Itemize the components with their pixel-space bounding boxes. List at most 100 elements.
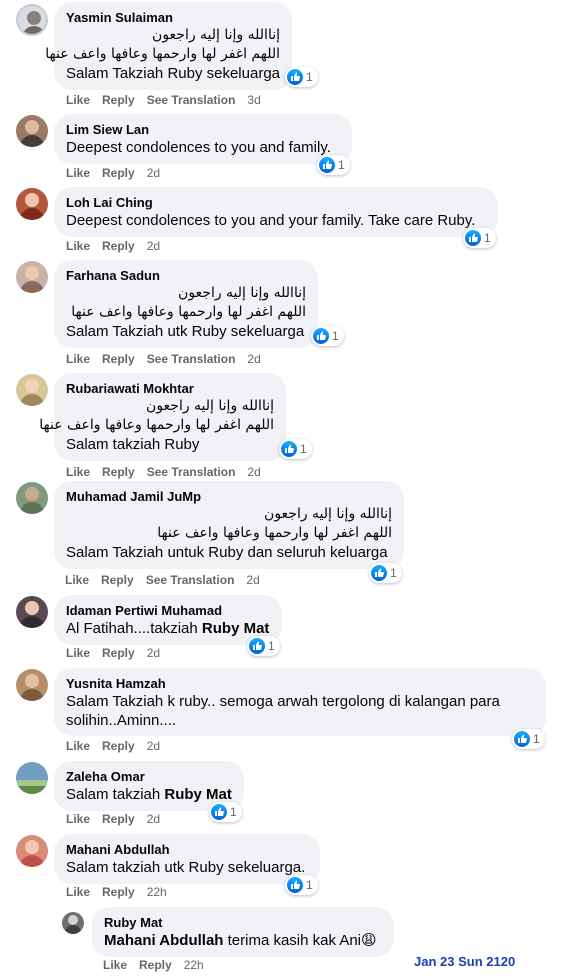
thumbs-up-icon (371, 565, 387, 581)
reaction-count: 1 (230, 805, 237, 819)
timestamp[interactable]: 2d (147, 646, 160, 660)
like-button[interactable]: Like (66, 812, 90, 826)
comment-text: Salam Takziah untuk Ruby dan seluruh kel… (66, 544, 388, 561)
comment-author[interactable]: Idaman Pertiwi Muhamad (66, 602, 270, 619)
comment-bubble: Muhamad Jamil JuMp إناالله وإنا إليه راج… (54, 481, 404, 569)
timestamp[interactable]: 2d (247, 465, 260, 479)
comment-author[interactable]: Muhamad Jamil JuMp (66, 488, 392, 505)
thumbs-up-icon (287, 69, 303, 85)
timestamp[interactable]: 2d (147, 166, 160, 180)
reaction-badge[interactable]: 1 (247, 636, 280, 656)
avatar[interactable] (62, 912, 84, 934)
like-button[interactable]: Like (66, 739, 90, 753)
comment-author[interactable]: Loh Lai Ching (66, 194, 486, 211)
avatar[interactable] (16, 115, 48, 147)
timestamp[interactable]: 2d (147, 239, 160, 253)
see-translation-link[interactable]: See Translation (147, 352, 236, 366)
reaction-badge[interactable]: 1 (285, 875, 318, 895)
comment-author[interactable]: Yasmin Sulaiman (66, 9, 280, 26)
comment-text: Salam Takziah k ruby.. semoga arwah terg… (66, 693, 500, 710)
comment-actions: Like Reply 22h (103, 958, 204, 972)
comment-text-prefix: Salam takziah (66, 786, 165, 803)
mention-link[interactable]: Ruby Mat (202, 620, 270, 637)
reaction-count: 1 (300, 442, 307, 456)
like-button[interactable]: Like (65, 573, 89, 587)
see-translation-link[interactable]: See Translation (147, 465, 236, 479)
avatar[interactable] (16, 188, 48, 220)
reaction-badge[interactable]: 1 (512, 729, 545, 749)
comment-author[interactable]: Zaleha Omar (66, 768, 232, 785)
thumbs-up-icon (514, 731, 530, 747)
reply-button[interactable]: Reply (102, 739, 135, 753)
comment-actions: Like Reply 2d (66, 812, 160, 826)
avatar[interactable] (16, 669, 48, 701)
thumbs-up-icon (465, 230, 481, 246)
like-button[interactable]: Like (66, 352, 90, 366)
comment-author[interactable]: Farhana Sadun (66, 267, 306, 284)
reply-button[interactable]: Reply (102, 646, 135, 660)
avatar[interactable] (16, 482, 48, 514)
reply-button[interactable]: Reply (102, 352, 135, 366)
comment-author[interactable]: Ruby Mat (104, 914, 382, 931)
timestamp[interactable]: 2d (147, 739, 160, 753)
reaction-count: 1 (533, 732, 540, 746)
comment-bubble: Yasmin Sulaiman إناالله وإنا إليه راجعون… (45, 2, 292, 90)
comment-author[interactable]: Rubariawati Mokhtar (66, 380, 274, 397)
comment-actions: Like Reply See Translation 2d (66, 465, 261, 479)
timestamp[interactable]: 2d (147, 812, 160, 826)
comment-text: اللهم اغفر لها وارحمها وعافها واعف عنها (157, 525, 392, 541)
reaction-badge[interactable]: 1 (279, 439, 312, 459)
like-button[interactable]: Like (66, 885, 90, 899)
avatar[interactable] (16, 261, 48, 293)
comment-text: اللهم اغفر لها وارحمها وعافها واعف عنها (45, 46, 280, 62)
timestamp[interactable]: 2d (247, 352, 260, 366)
like-button[interactable]: Like (66, 239, 90, 253)
reply-button[interactable]: Reply (102, 239, 135, 253)
comment-author[interactable]: Mahani Abdullah (66, 841, 308, 858)
reply-button[interactable]: Reply (101, 573, 134, 587)
mention-link[interactable]: Ruby Mat (164, 786, 232, 803)
comment-bubble: Ruby Mat Mahani Abdullah terima kasih ka… (92, 907, 394, 957)
thumbs-up-icon (313, 328, 329, 344)
comment-text: اللهم اغفر لها وارحمها وعافها واعف عنها (39, 417, 274, 433)
reaction-badge[interactable]: 1 (209, 802, 242, 822)
comment-text: Deepest condolences to you and family. (66, 139, 331, 156)
comment-text-prefix: Al Fatihah....takziah (66, 620, 202, 637)
reaction-count: 1 (390, 566, 397, 580)
timestamp[interactable]: 22h (147, 885, 167, 899)
avatar[interactable] (16, 374, 48, 406)
reply-button[interactable]: Reply (139, 958, 172, 972)
timestamp[interactable]: 2d (246, 573, 259, 587)
reaction-badge[interactable]: 1 (369, 563, 402, 583)
reply-button[interactable]: Reply (102, 812, 135, 826)
reply-button[interactable]: Reply (102, 93, 135, 107)
mention-link[interactable]: Mahani Abdullah (104, 932, 223, 949)
like-button[interactable]: Like (103, 958, 127, 972)
avatar[interactable] (16, 596, 48, 628)
comment-actions: Like Reply 2d (66, 646, 160, 660)
timestamp[interactable]: 22h (184, 958, 204, 972)
see-translation-link[interactable]: See Translation (147, 93, 236, 107)
like-button[interactable]: Like (66, 166, 90, 180)
thumbs-up-icon (211, 804, 227, 820)
reply-button[interactable]: Reply (102, 166, 135, 180)
timestamp[interactable]: 3d (247, 93, 260, 107)
like-button[interactable]: Like (66, 646, 90, 660)
comment-author[interactable]: Lim Siew Lan (66, 121, 340, 138)
like-button[interactable]: Like (66, 465, 90, 479)
reaction-badge[interactable]: 1 (285, 67, 318, 87)
avatar[interactable] (16, 4, 48, 36)
reaction-badge[interactable]: 1 (317, 155, 350, 175)
avatar[interactable] (16, 762, 48, 794)
avatar[interactable] (16, 835, 48, 867)
reaction-badge[interactable]: 1 (463, 228, 496, 248)
like-button[interactable]: Like (66, 93, 90, 107)
reply-button[interactable]: Reply (102, 465, 135, 479)
comment-text: Salam Takziah utk Ruby sekeluarga (66, 323, 305, 340)
thumbs-up-icon (281, 441, 297, 457)
reply-button[interactable]: Reply (102, 885, 135, 899)
reaction-badge[interactable]: 1 (311, 326, 344, 346)
comment-author[interactable]: Yusnita Hamzah (66, 675, 534, 692)
reaction-count: 1 (306, 70, 313, 84)
see-translation-link[interactable]: See Translation (146, 573, 235, 587)
